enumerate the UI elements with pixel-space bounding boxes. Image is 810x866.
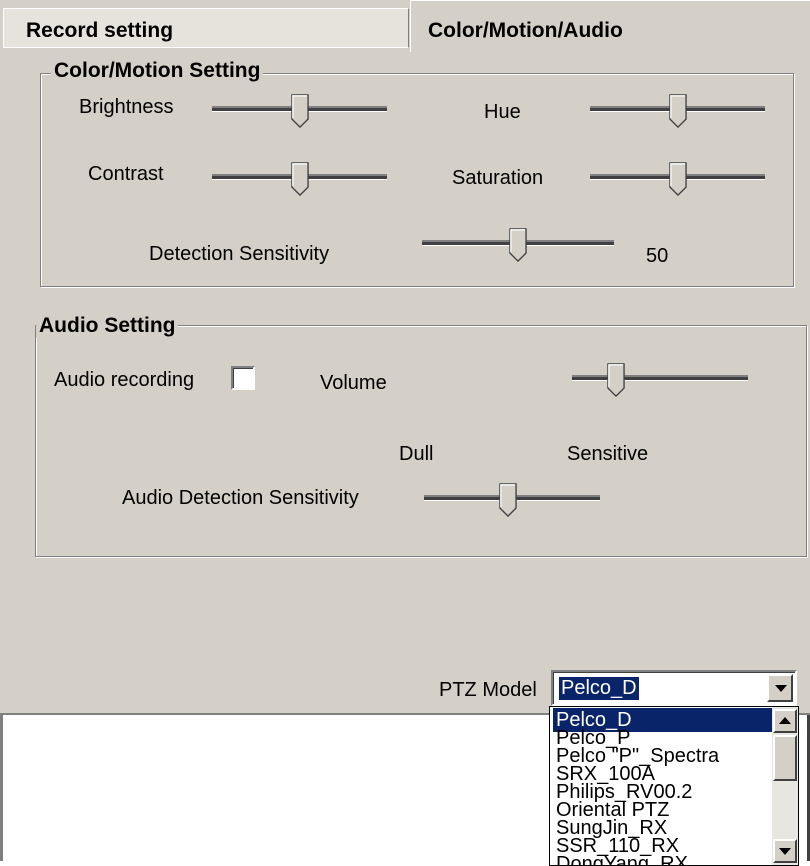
volume-slider[interactable] xyxy=(572,363,748,397)
scroll-down-button[interactable] xyxy=(773,839,797,863)
detection-sensitivity-label: Detection Sensitivity xyxy=(149,243,330,265)
settings-panel: Record setting Color/Motion/Audio Color/… xyxy=(0,0,810,715)
tab-color-motion-audio-label: Color/Motion/Audio xyxy=(428,19,623,42)
ptz-model-dropdown-button[interactable] xyxy=(767,674,793,702)
tab-record-setting[interactable]: Record setting xyxy=(3,8,409,48)
brightness-slider-thumb[interactable] xyxy=(290,94,310,128)
audio-detection-sensitivity-slider-thumb[interactable] xyxy=(498,483,518,517)
ptz-model-label: PTZ Model xyxy=(439,679,537,701)
detection-sensitivity-slider-thumb[interactable] xyxy=(508,228,528,262)
chevron-down-icon xyxy=(779,848,791,855)
audio-recording-checkbox[interactable] xyxy=(231,366,255,390)
color-motion-group-title: Color/Motion Setting xyxy=(51,59,264,83)
scroll-thumb[interactable] xyxy=(773,735,797,781)
detection-sensitivity-value: 50 xyxy=(646,245,669,267)
chevron-up-icon xyxy=(779,717,791,724)
hue-slider-thumb[interactable] xyxy=(668,94,688,128)
brightness-label: Brightness xyxy=(79,96,174,118)
ptz-model-selected-value: Pelco_D xyxy=(559,677,639,700)
audio-group-title: Audio Setting xyxy=(36,314,179,338)
saturation-slider[interactable] xyxy=(590,162,765,196)
volume-slider-track xyxy=(572,375,748,381)
audio-detection-sensitivity-slider[interactable] xyxy=(424,483,600,517)
audio-detection-sensitivity-label: Audio Detection Sensitivity xyxy=(122,487,359,509)
sensitive-label: Sensitive xyxy=(567,443,649,465)
dull-label: Dull xyxy=(399,443,434,465)
scroll-up-button[interactable] xyxy=(773,709,797,733)
tab-record-setting-label: Record setting xyxy=(26,19,174,42)
ptz-option[interactable]: DongYang_RX xyxy=(553,852,776,865)
audio-group xyxy=(35,325,807,557)
tab-color-motion-audio[interactable]: Color/Motion/Audio xyxy=(410,0,810,52)
volume-label: Volume xyxy=(320,372,387,394)
saturation-slider-thumb[interactable] xyxy=(668,162,688,196)
contrast-slider[interactable] xyxy=(212,162,387,196)
chevron-down-icon xyxy=(775,685,787,692)
ptz-model-select[interactable]: Pelco_D xyxy=(551,670,797,706)
ptz-list-scrollbar[interactable] xyxy=(772,707,798,865)
hue-slider[interactable] xyxy=(590,94,765,128)
saturation-label: Saturation xyxy=(452,167,544,189)
contrast-slider-thumb[interactable] xyxy=(290,162,310,196)
audio-recording-label: Audio recording xyxy=(54,369,195,391)
volume-slider-thumb[interactable] xyxy=(606,363,626,397)
contrast-label: Contrast xyxy=(88,163,164,185)
hue-label: Hue xyxy=(484,101,521,123)
detection-sensitivity-slider[interactable] xyxy=(422,228,614,262)
brightness-slider[interactable] xyxy=(212,94,387,128)
ptz-model-dropdown-list[interactable]: Pelco_D Pelco_P Pelco "P"_Spectra SRX_10… xyxy=(549,706,799,866)
